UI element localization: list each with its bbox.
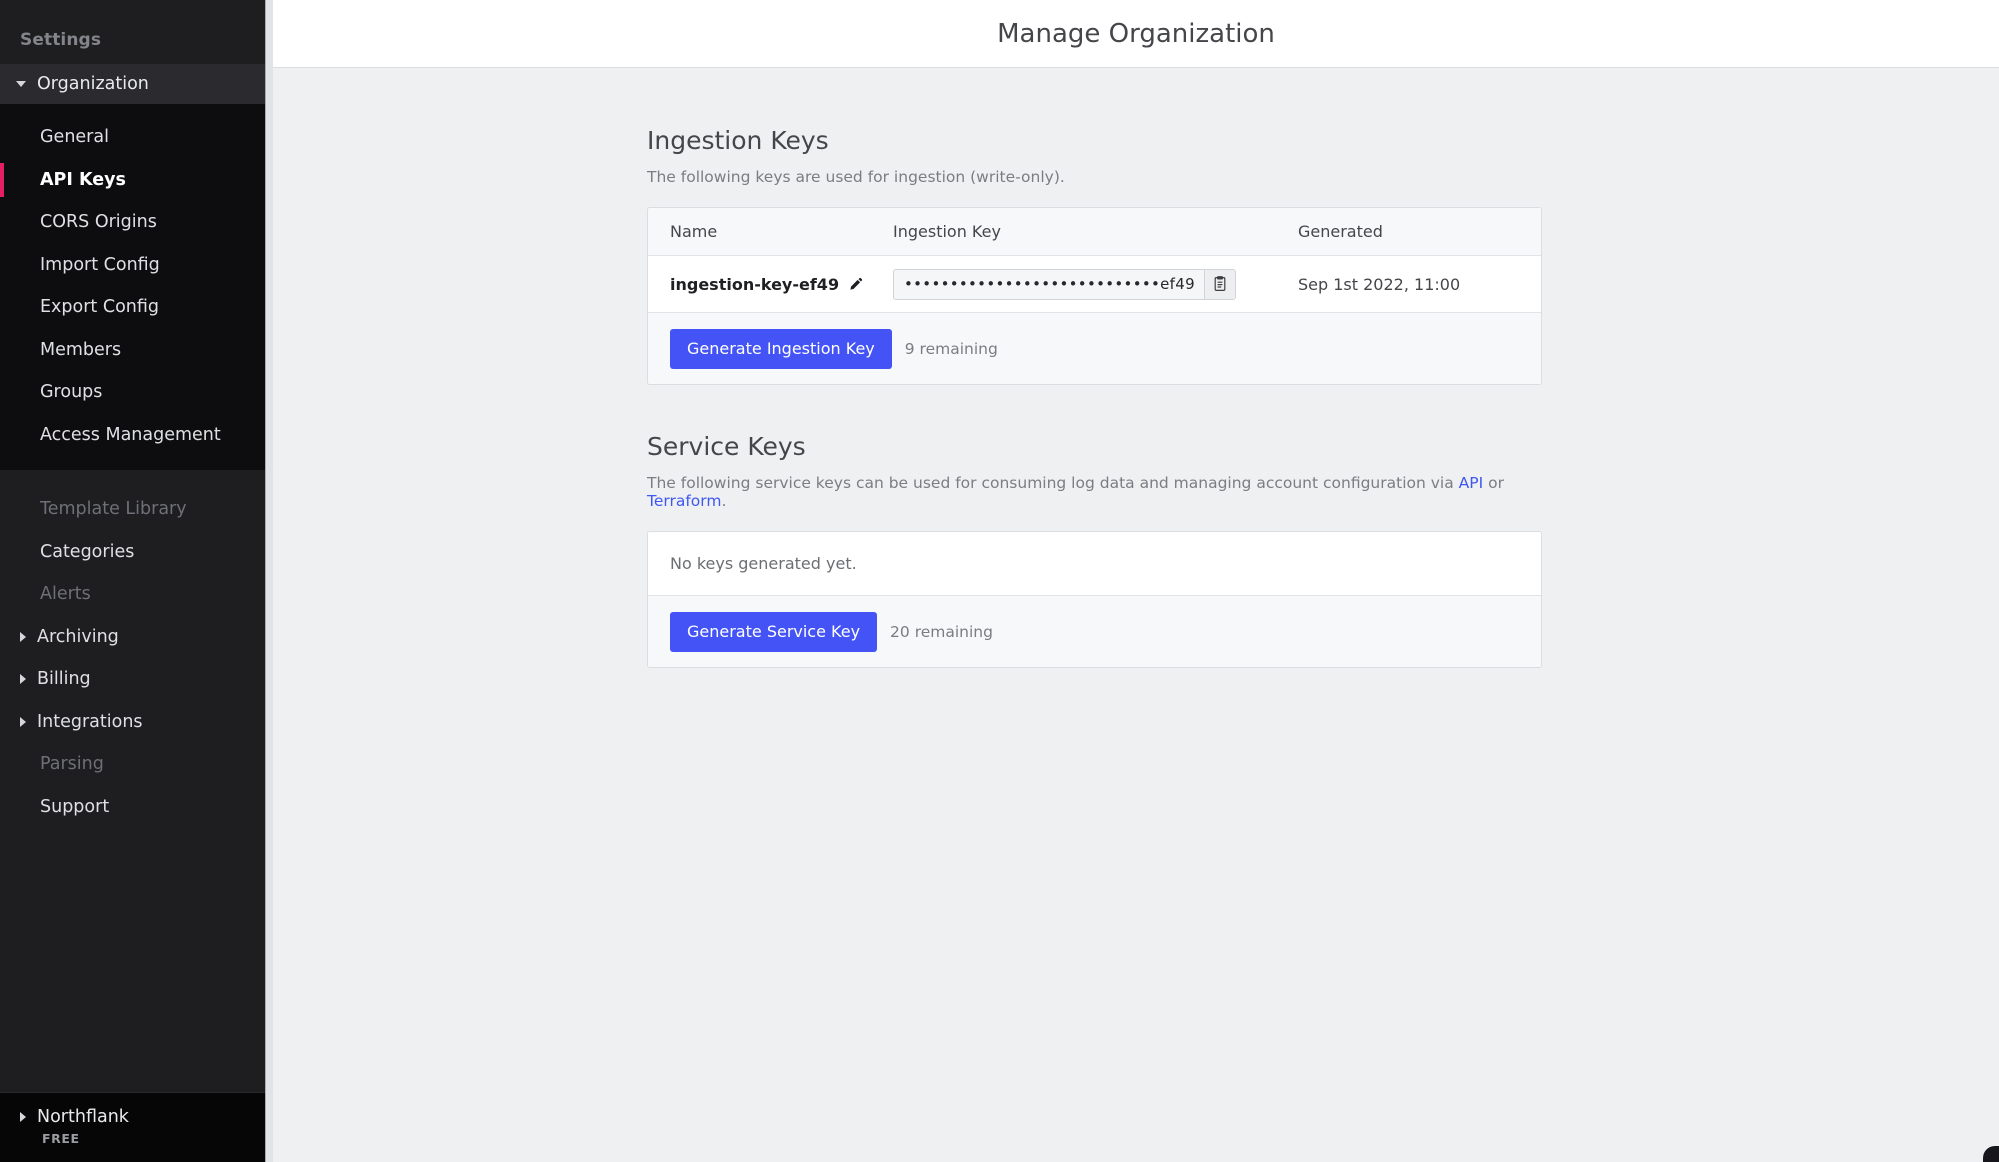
sidebar-item-label: API Keys (40, 169, 126, 190)
key-name-text: ingestion-key-ef49 (670, 274, 840, 294)
ingestion-key-field[interactable]: ••••••••••••••••••••••••••••ef49 (893, 268, 1236, 300)
bottom-right-corner-decoration (1977, 1140, 1999, 1162)
caret-right-icon (20, 1112, 26, 1122)
sidebar-org-name: Northflank (37, 1107, 129, 1127)
link-api[interactable]: API (1459, 474, 1484, 492)
ingestion-subtitle: The following keys are used for ingestio… (647, 168, 1065, 186)
service-subtitle-pre: The following service keys can be used f… (647, 474, 1459, 492)
sidebar-footer-org[interactable]: Northflank FREE (0, 1092, 273, 1162)
generate-ingestion-key-button[interactable]: Generate Ingestion Key (670, 328, 892, 369)
ingestion-table-header: Name Ingestion Key Generated (648, 208, 1541, 256)
sidebar-item-label: Export Config (40, 297, 159, 318)
section-service-keys: Service Keys The following service keys … (647, 432, 1542, 668)
sidebar-item-groups[interactable]: Groups (0, 371, 273, 414)
caret-right-icon (20, 716, 26, 727)
cell-generated-date: Sep 1st 2022, 11:00 (1298, 274, 1461, 294)
sidebar-item-label: Template Library (40, 499, 187, 520)
sidebar-item-general[interactable]: General (0, 116, 273, 159)
top-bar: Manage Organization (273, 0, 1999, 68)
sidebar-item-label: Parsing (40, 754, 104, 775)
sidebar-divider (265, 0, 266, 1162)
sidebar-item-access-management[interactable]: Access Management (0, 414, 273, 457)
sidebar-item-label: Groups (40, 382, 103, 403)
key-name-wrap: ingestion-key-ef49 (670, 275, 893, 294)
column-header-name: Name (670, 222, 718, 241)
service-title: Service Keys (647, 432, 806, 461)
app-root: Settings Organization General API Keys C… (0, 0, 1999, 1162)
clipboard-icon[interactable] (1203, 269, 1235, 299)
sidebar-group-label: Organization (37, 74, 149, 94)
sidebar-item-api-keys[interactable]: API Keys (0, 159, 273, 202)
content-scroll: Ingestion Keys The following keys are us… (273, 68, 1999, 668)
ingestion-card-footer: Generate Ingestion Key 9 remaining (648, 313, 1541, 384)
sidebar-item-label: Archiving (37, 626, 119, 647)
sidebar-item-label: General (40, 127, 109, 148)
sidebar-item-export-config[interactable]: Export Config (0, 286, 273, 329)
sidebar-footer-top: Northflank (20, 1107, 273, 1127)
service-subtitle-post: . (721, 492, 727, 510)
sidebar-item-label: Integrations (37, 711, 143, 732)
plan-badge: FREE (42, 1131, 80, 1146)
sidebar-item-template-library: Template Library (0, 488, 273, 531)
sidebar-item-archiving[interactable]: Archiving (0, 616, 273, 659)
ingestion-title: Ingestion Keys (647, 126, 829, 155)
sidebar-item-label: Support (40, 796, 110, 817)
sidebar-scrollbar-track[interactable] (265, 0, 273, 1162)
sidebar-item-alerts: Alerts (0, 573, 273, 616)
sidebar-item-label: Access Management (40, 424, 221, 445)
ingestion-keys-card: Name Ingestion Key Generated ingestion-k… (647, 207, 1542, 385)
sidebar-group-organization[interactable]: Organization (0, 64, 273, 104)
service-remaining-count: 20 remaining (890, 622, 993, 641)
sidebar-item-label: Billing (37, 669, 91, 690)
sidebar-item-integrations[interactable]: Integrations (0, 701, 273, 744)
service-subtitle-mid: or (1483, 474, 1504, 492)
section-ingestion-keys: Ingestion Keys The following keys are us… (647, 126, 1542, 385)
generate-service-key-button[interactable]: Generate Service Key (670, 611, 878, 652)
sidebar-item-billing[interactable]: Billing (0, 658, 273, 701)
service-keys-card: No keys generated yet. Generate Service … (647, 531, 1542, 668)
caret-right-icon (20, 674, 26, 685)
service-empty-state: No keys generated yet. (648, 532, 1541, 596)
service-card-footer: Generate Service Key 20 remaining (648, 596, 1541, 667)
sidebar: Settings Organization General API Keys C… (0, 0, 273, 1162)
page-title: Manage Organization (997, 18, 1275, 49)
column-header-generated: Generated (1298, 222, 1383, 241)
cell-key-name: ingestion-key-ef49 (648, 275, 893, 294)
sidebar-secondary-menu: Template Library Categories Alerts Archi… (0, 470, 273, 828)
sidebar-item-label: Categories (40, 541, 135, 562)
sidebar-item-label: Import Config (40, 254, 160, 275)
column-header-ingestion-key: Ingestion Key (893, 222, 1001, 241)
cell-ingestion-key: ••••••••••••••••••••••••••••ef49 (893, 268, 1298, 300)
main-area: Manage Organization Ingestion Keys The f… (273, 0, 1999, 1162)
link-terraform[interactable]: Terraform (647, 492, 721, 510)
service-subtitle: The following service keys can be used f… (647, 474, 1542, 510)
masked-key-value: ••••••••••••••••••••••••••••ef49 (904, 275, 1195, 293)
sidebar-item-label: CORS Origins (40, 212, 157, 233)
sidebar-item-cors-origins[interactable]: CORS Origins (0, 201, 273, 244)
sidebar-org-submenu: General API Keys CORS Origins Import Con… (0, 104, 273, 470)
sidebar-item-label: Alerts (40, 584, 91, 605)
sidebar-item-members[interactable]: Members (0, 329, 273, 372)
table-row: ingestion-key-ef49 •••••••••••••••••••••… (648, 256, 1541, 313)
sidebar-item-parsing: Parsing (0, 743, 273, 786)
sidebar-item-support[interactable]: Support (0, 786, 273, 829)
sidebar-item-import-config[interactable]: Import Config (0, 244, 273, 287)
sidebar-heading-settings: Settings (20, 30, 102, 50)
pencil-icon[interactable] (848, 277, 863, 292)
sidebar-item-label: Members (40, 339, 122, 360)
caret-down-icon (16, 81, 26, 87)
caret-right-icon (20, 631, 26, 642)
sidebar-item-categories[interactable]: Categories (0, 531, 273, 574)
ingestion-remaining-count: 9 remaining (904, 339, 998, 358)
